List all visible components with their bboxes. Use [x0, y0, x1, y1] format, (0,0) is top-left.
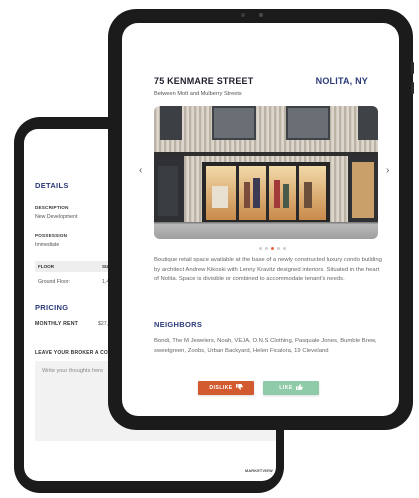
brand-logo: MARKETVIEW — [245, 469, 273, 473]
possession-label: POSSESSION — [35, 233, 68, 238]
dislike-button[interactable]: DISLIKE — [198, 381, 254, 395]
possession-value: Immediate — [35, 242, 60, 248]
thumbs-up-icon — [295, 384, 303, 392]
carousel-dot[interactable] — [277, 247, 280, 250]
front-tablet-screen: 75 KENMARE STREET NOLITA, NY Between Mot… — [122, 23, 399, 416]
pricing-title: PRICING — [35, 303, 69, 312]
listing-description: Boutique retail space available at the b… — [154, 257, 382, 282]
like-button-label: LIKE — [279, 385, 293, 391]
carousel-dot-active[interactable] — [271, 247, 274, 250]
details-title: DETAILS — [35, 181, 69, 190]
carousel-dot[interactable] — [265, 247, 268, 250]
storefront-image — [154, 106, 378, 239]
front-camera-icon — [241, 13, 245, 17]
like-button[interactable]: LIKE — [263, 381, 319, 395]
listing-cross-streets: Between Mott and Mulberry Streets — [154, 91, 242, 97]
listing-address: 75 KENMARE STREET — [154, 76, 254, 86]
floor-cell: Ground Floor: — [38, 279, 71, 285]
dislike-button-label: DISLIKE — [209, 385, 233, 391]
front-camera-icon — [259, 13, 263, 17]
thumbs-down-icon — [235, 384, 243, 392]
volume-down-button — [411, 82, 414, 94]
property-photo[interactable] — [154, 106, 378, 239]
description-label: DESCRIPTION — [35, 205, 69, 210]
broker-comment-placeholder: Write your thoughts here — [42, 368, 104, 374]
carousel-next-arrow-icon[interactable]: › — [386, 166, 389, 176]
broker-comment-label: LEAVE YOUR BROKER A CO — [35, 350, 109, 356]
monthly-rent-label: MONTHLY RENT — [35, 321, 79, 327]
description-value: New Development — [35, 214, 78, 220]
volume-up-button — [411, 62, 414, 74]
carousel-prev-arrow-icon[interactable]: ‹ — [139, 166, 142, 176]
carousel-dot[interactable] — [283, 247, 286, 250]
neighbors-title: NEIGHBORS — [154, 320, 203, 329]
carousel-dot[interactable] — [259, 247, 262, 250]
neighbors-list: Bondi, The M Jewelers, Noah, VEJA, O.N.S… — [154, 338, 377, 354]
front-tablet: 75 KENMARE STREET NOLITA, NY Between Mot… — [108, 9, 413, 430]
listing-neighborhood: NOLITA, NY — [315, 76, 368, 86]
floor-column-header: FLOOR — [38, 264, 55, 269]
